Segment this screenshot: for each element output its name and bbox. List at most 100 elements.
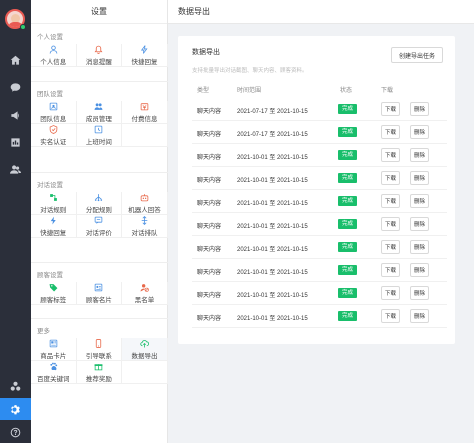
settings-panel: 设置 个人设置 个人信息 消息提醒 快捷回复 团队设置 团队信息 成员管理 付费…: [31, 0, 168, 443]
group-title-customer: 顾客设置: [37, 272, 63, 279]
setting-label: 个人信息: [40, 58, 67, 66]
help-icon[interactable]: [0, 421, 31, 443]
setting-robot-answer[interactable]: 机器人回答: [122, 192, 168, 215]
setting-distribution-rules[interactable]: 分配规则: [76, 192, 123, 215]
row-time-range: 2021-10-01 至 2021-10-15: [237, 293, 308, 299]
setting-label: 消息提醒: [85, 58, 112, 66]
status-badge: 完成: [338, 150, 358, 160]
setting-quick-reply[interactable]: 快捷回复: [122, 44, 168, 67]
export-card: 数据导出 支持批量导出对话截图、聊天内容、顾客资料。 创建导出任务 类型 时间范…: [178, 36, 455, 344]
download-button[interactable]: 下载: [381, 125, 400, 139]
group-grid-more: 商品卡片 引导联系 数据导出 百度关键词 推荐奖励: [31, 338, 168, 384]
setting-work-hours[interactable]: 上班时间: [76, 124, 123, 147]
setting-conversation-queue[interactable]: 对话排队: [122, 215, 168, 238]
apps-icon[interactable]: [0, 375, 31, 397]
row-type: 聊天内容: [197, 178, 222, 184]
main-area: 数据导出 数据导出 支持批量导出对话截图、聊天内容、顾客资料。 创建导出任务 类…: [168, 0, 474, 443]
row-type: 聊天内容: [197, 270, 222, 276]
stats-icon[interactable]: [0, 131, 31, 153]
setting-conversation-rules[interactable]: 对话规则: [31, 192, 77, 215]
row-time-range: 2021-10-01 至 2021-10-15: [237, 316, 308, 322]
setting-label: 快捷回复: [40, 229, 67, 237]
row-type: 聊天内容: [197, 109, 222, 115]
row-time-range: 2021-10-01 至 2021-10-15: [237, 155, 308, 161]
home-icon[interactable]: [0, 49, 31, 71]
delete-button[interactable]: 删除: [410, 240, 429, 254]
delete-button[interactable]: 删除: [410, 286, 429, 300]
download-button[interactable]: 下载: [381, 194, 400, 208]
row-time-range: 2021-10-01 至 2021-10-15: [237, 247, 308, 253]
status-badge: 完成: [338, 219, 358, 229]
row-type: 聊天内容: [197, 132, 222, 138]
setting-label: 推荐奖励: [85, 375, 112, 383]
empty-cell: [122, 124, 168, 147]
column-header-download: 下载: [381, 88, 394, 94]
setting-personal-info[interactable]: 个人信息: [31, 44, 77, 67]
download-button[interactable]: 下载: [381, 286, 400, 300]
user-icon: [49, 45, 58, 53]
setting-label: 商品卡片: [40, 352, 67, 360]
setting-team-info[interactable]: 团队信息: [31, 101, 77, 124]
row-type: 聊天内容: [197, 247, 222, 253]
setting-guide-contact[interactable]: 引导联系: [76, 338, 123, 361]
divider: [31, 172, 168, 173]
card-icon: [95, 283, 103, 291]
setting-conversation-rating[interactable]: 对话评价: [76, 215, 123, 238]
download-button[interactable]: 下载: [381, 217, 400, 231]
broadcast-icon[interactable]: [0, 104, 31, 126]
setting-member-management[interactable]: 成员管理: [76, 101, 123, 124]
delete-button[interactable]: 删除: [410, 125, 429, 139]
setting-baidu-keywords[interactable]: 百度关键词: [31, 361, 77, 384]
chat-icon[interactable]: [0, 76, 31, 98]
delete-button[interactable]: 删除: [410, 194, 429, 208]
delete-button[interactable]: 删除: [410, 171, 429, 185]
rules-icon: [49, 193, 57, 201]
row-type: 聊天内容: [197, 224, 222, 230]
setting-real-name-auth[interactable]: 实名认证: [31, 124, 77, 147]
delete-button[interactable]: 删除: [410, 217, 429, 231]
delete-button[interactable]: 删除: [410, 148, 429, 162]
delete-button[interactable]: 删除: [410, 102, 429, 116]
payment-icon: [140, 102, 149, 110]
settings-icon[interactable]: [0, 398, 31, 420]
setting-customer-tags[interactable]: 顾客标签: [31, 282, 77, 305]
setting-data-export[interactable]: 数据导出: [122, 338, 168, 361]
bolt-icon: [50, 216, 56, 224]
setting-product-card[interactable]: 商品卡片: [31, 338, 77, 361]
setting-label: 实名认证: [40, 138, 67, 146]
download-button[interactable]: 下载: [381, 309, 400, 323]
setting-label: 上班时间: [85, 138, 112, 146]
distribute-icon: [95, 193, 103, 201]
column-header-type: 类型: [197, 88, 210, 94]
setting-recommend-reward[interactable]: 推荐奖励: [76, 361, 123, 384]
table-row: 聊天内容 2021-10-01 至 2021-10-15 完成 下载 删除: [192, 167, 447, 190]
setting-customer-card[interactable]: 顾客名片: [76, 282, 123, 305]
group-grid-customer: 顾客标签 顾客名片 黑名单: [31, 282, 168, 305]
download-button[interactable]: 下载: [381, 148, 400, 162]
divider: [31, 262, 168, 263]
group-grid-conversation: 对话规则 分配规则 机器人回答 快捷回复 对话评价 对话排队: [31, 192, 168, 238]
setting-payment-info[interactable]: 付费信息: [122, 101, 168, 124]
download-button[interactable]: 下载: [381, 171, 400, 185]
setting-conversation-quick-reply[interactable]: 快捷回复: [31, 215, 77, 238]
contacts-icon[interactable]: [0, 158, 31, 180]
product-card-icon: [49, 339, 58, 347]
row-type: 聊天内容: [197, 316, 222, 322]
download-button[interactable]: 下载: [381, 263, 400, 277]
download-button[interactable]: 下载: [381, 102, 400, 116]
setting-blacklist[interactable]: 黑名单: [122, 282, 168, 305]
delete-button[interactable]: 删除: [410, 309, 429, 323]
table-row: 聊天内容 2021-07-17 至 2021-10-15 完成 下载 删除: [192, 121, 447, 144]
card-title: 数据导出: [192, 49, 220, 56]
card-description: 支持批量导出对话截图、聊天内容、顾客资料。: [192, 68, 308, 74]
bolt-icon: [140, 44, 148, 54]
group-title-more: 更多: [37, 328, 50, 335]
group-grid-team: 团队信息 成员管理 付费信息 实名认证 上班时间: [31, 101, 168, 147]
status-badge: 完成: [338, 265, 358, 275]
download-button[interactable]: 下载: [381, 240, 400, 254]
setting-notifications[interactable]: 消息提醒: [76, 44, 123, 67]
setting-label: 百度关键词: [37, 375, 70, 383]
group-title-team: 团队设置: [37, 91, 63, 98]
delete-button[interactable]: 删除: [410, 263, 429, 277]
create-export-task-button[interactable]: 创建导出任务: [391, 47, 443, 63]
